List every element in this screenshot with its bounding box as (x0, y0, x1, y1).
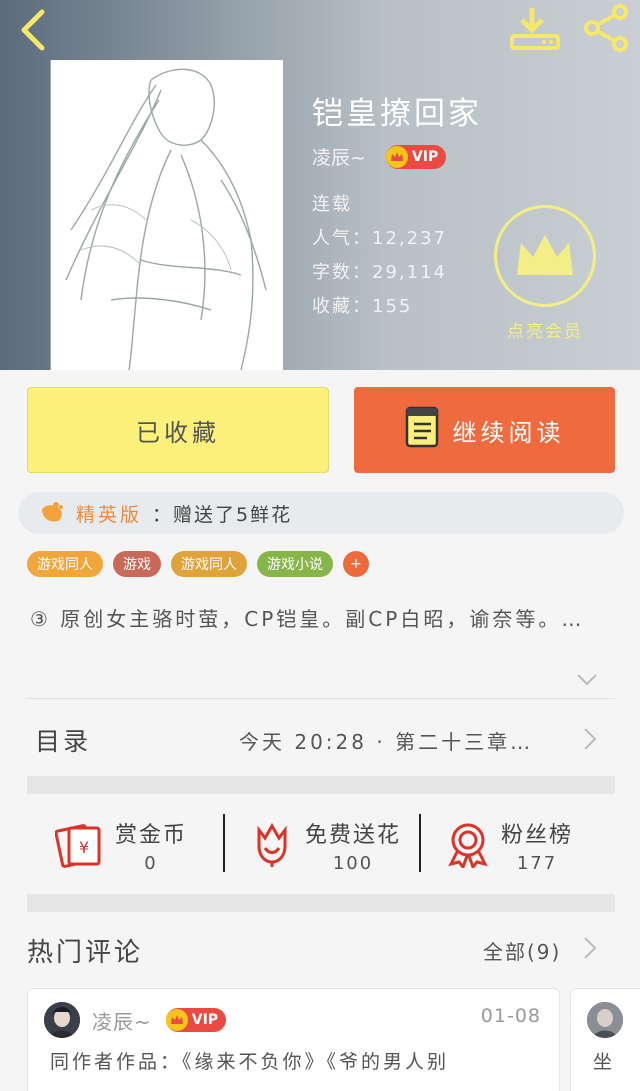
tag-list: 游戏同人 游戏 游戏同人 游戏小说 + (27, 551, 369, 577)
flower-gift-notice[interactable]: 精英版 ：赠送了5鲜花 (18, 492, 624, 534)
chevron-down-icon (577, 674, 597, 686)
review-card[interactable]: 凌辰~ VIP 01-08 同作者作品：《缘来不负你》《爷的男人别 (27, 988, 560, 1091)
avatar[interactable] (44, 1002, 80, 1038)
serial-status: 连载 (312, 194, 352, 215)
favorites-count: 收藏：155 (312, 296, 413, 317)
book-icon (405, 406, 441, 454)
continue-reading-label: 继续阅读 (452, 418, 565, 447)
tag-item[interactable]: 游戏小说 (257, 551, 333, 577)
fan-ranking-button[interactable]: 粉丝榜 177 (419, 810, 615, 880)
chevron-right-icon (584, 728, 597, 750)
review-text: 同作者作品：《缘来不负你》《爷的男人别 (50, 1051, 450, 1073)
collected-button[interactable]: 已收藏 (27, 387, 329, 473)
edition-label: 精英版 (76, 503, 143, 526)
crown-icon (517, 235, 573, 275)
avatar[interactable] (587, 1002, 623, 1038)
stat-value: 177 (516, 852, 558, 874)
continue-reading-button[interactable]: 继续阅读 (354, 387, 615, 473)
flower-notice-icon (42, 502, 63, 522)
download-icon (510, 8, 560, 50)
popularity-count: 人气：12,237 (312, 228, 447, 249)
section-separator (27, 894, 615, 912)
tag-item[interactable]: 游戏 (113, 551, 161, 577)
hot-reviews-title: 热门评论 (27, 937, 144, 968)
all-reviews-link[interactable]: 全部(9) (483, 936, 561, 965)
cover-sketch-illustration (51, 60, 283, 370)
book-description[interactable]: ③ 原创女主骆时萤，CP铠皇。副CP白昭，谕奈等。… (30, 604, 590, 635)
toc-label: 目录 (35, 727, 92, 756)
book-title: 铠皇撩回家 (312, 96, 482, 132)
back-button[interactable] (14, 8, 54, 52)
member-label: 点亮会员 (507, 322, 583, 342)
review-date: 01-08 (480, 1005, 541, 1027)
medal-icon (448, 823, 488, 868)
vip-label: VIP (411, 148, 439, 165)
crown-icon (165, 1009, 188, 1031)
tag-item[interactable]: 游戏同人 (171, 551, 247, 577)
stat-label: 粉丝榜 (501, 822, 574, 848)
tag-item[interactable]: 游戏同人 (27, 551, 103, 577)
chevron-left-icon (21, 9, 45, 51)
vip-badge: VIP (385, 144, 447, 169)
expand-description-button[interactable] (576, 672, 598, 691)
book-cover-image[interactable] (50, 60, 283, 370)
vip-badge: VIP (165, 1008, 227, 1032)
free-flower-button[interactable]: 免费送花 100 (223, 810, 419, 880)
hot-reviews-header: 热门评论 全部(9) (27, 928, 615, 972)
share-button[interactable] (580, 4, 632, 52)
stat-value: 0 (144, 852, 158, 874)
review-card[interactable]: 坐 (570, 988, 640, 1091)
chevron-right-icon[interactable] (583, 936, 597, 960)
svg-text:¥: ¥ (79, 838, 89, 857)
book-header: 铠皇撩回家 凌辰~ VIP 连载 人气：12,237 字数：29,114 收藏：… (0, 0, 640, 370)
section-separator (27, 776, 615, 794)
share-icon (584, 4, 628, 52)
flower-icon (257, 823, 287, 867)
collected-label: 已收藏 (136, 418, 220, 447)
stat-label: 赏金币 (115, 822, 188, 848)
vip-label: VIP (191, 1012, 219, 1028)
crown-icon (385, 145, 408, 168)
divider (27, 698, 615, 699)
review-username[interactable]: 凌辰~ (92, 1006, 152, 1035)
stat-value: 100 (332, 852, 374, 874)
more-tags-button[interactable]: + (343, 551, 369, 577)
author-name[interactable]: 凌辰~ (312, 143, 366, 170)
download-button[interactable] (508, 4, 560, 52)
word-count: 字数：29,114 (312, 262, 447, 283)
table-of-contents-row[interactable]: 目录 今天 20:28 · 第二十三章… (27, 715, 615, 765)
activate-membership-button[interactable]: 点亮会员 (490, 205, 600, 355)
latest-chapter: 今天 20:28 · 第二十三章… (239, 729, 534, 754)
red-envelope-icon: ¥ (55, 824, 101, 868)
review-text: 坐 (593, 1051, 616, 1073)
stat-separator (223, 814, 225, 872)
member-circle (494, 205, 596, 307)
reward-coins-button[interactable]: ¥ 赏金币 0 (27, 810, 223, 880)
stat-separator (419, 814, 421, 872)
stats-row: ¥ 赏金币 0 免费送花 100 粉丝榜 177 (27, 810, 615, 880)
author-row[interactable]: 凌辰~ VIP (312, 143, 447, 170)
flower-message: ：赠送了5鲜花 (152, 503, 293, 526)
stat-label: 免费送花 (305, 822, 402, 848)
